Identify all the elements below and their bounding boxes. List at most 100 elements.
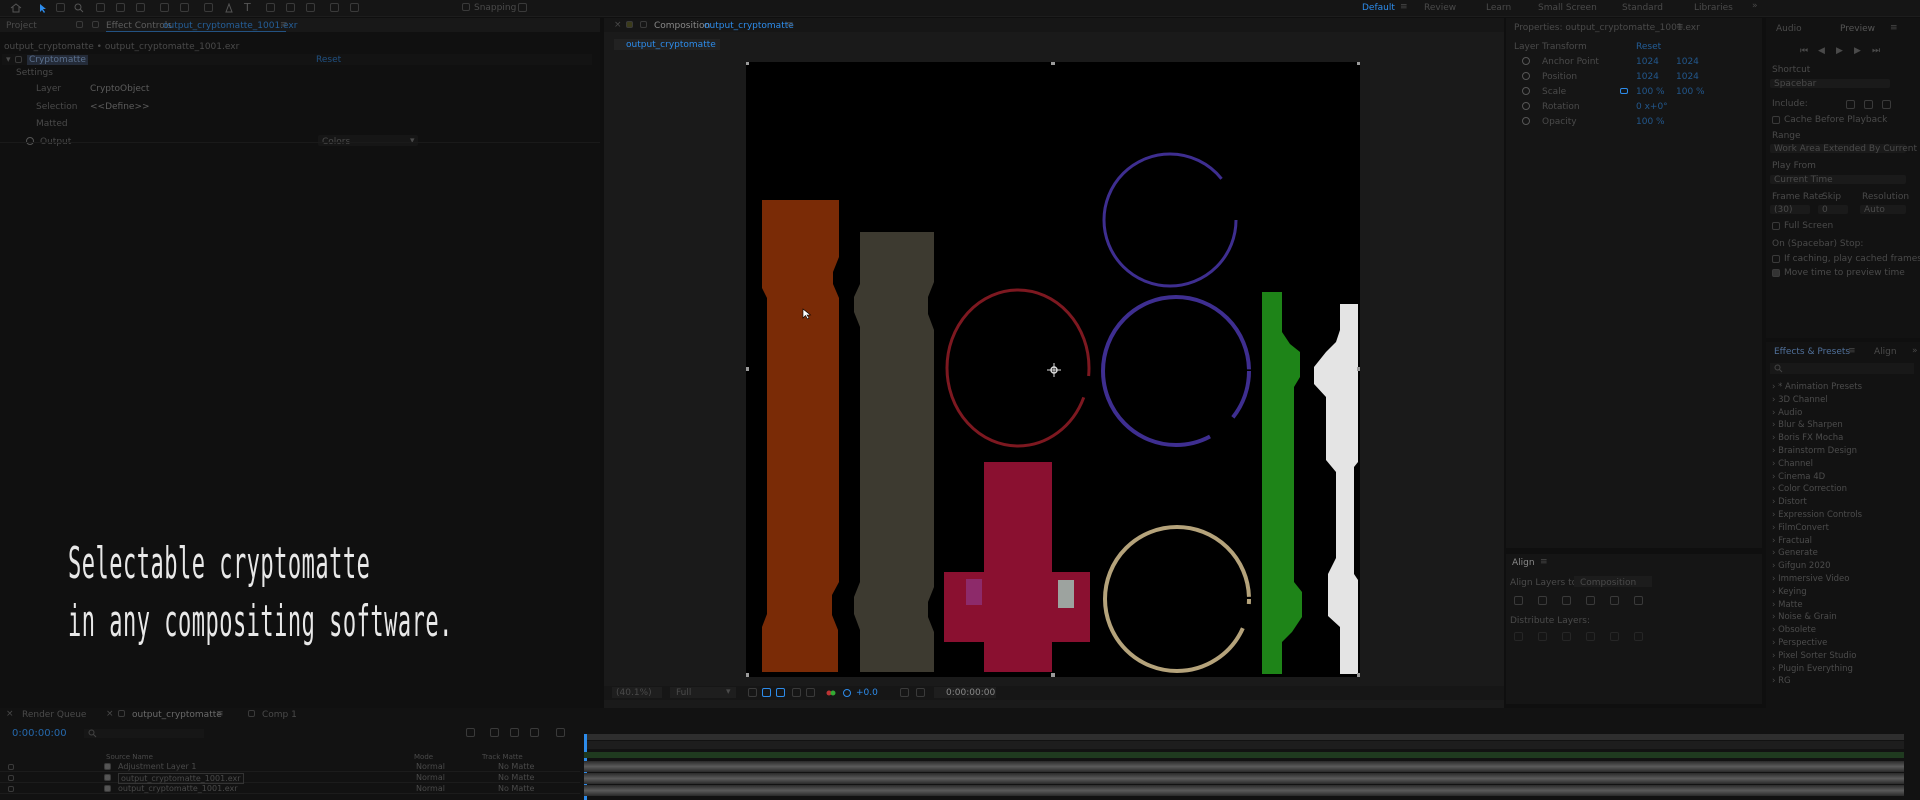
workspace-small-screen[interactable]: Small Screen bbox=[1538, 3, 1597, 13]
panel-menu-icon[interactable]: ≡ bbox=[1676, 22, 1684, 32]
scale-x[interactable]: 100 % bbox=[1636, 87, 1665, 97]
move-time-checkbox[interactable] bbox=[1772, 269, 1780, 280]
stopwatch-icon[interactable] bbox=[1522, 57, 1530, 65]
align-right-icon[interactable] bbox=[1562, 596, 1571, 608]
stopwatch-icon[interactable] bbox=[1522, 102, 1530, 110]
include-video-icon[interactable] bbox=[1846, 100, 1855, 112]
effects-category[interactable]: › Keying bbox=[1772, 587, 1807, 597]
layer-track-bar[interactable] bbox=[584, 773, 1904, 784]
distribute-vertical-center-icon[interactable] bbox=[1538, 632, 1547, 644]
composition-name[interactable]: output_cryptomatte bbox=[704, 21, 794, 31]
layer-transform-header[interactable]: Layer Transform bbox=[1514, 42, 1587, 52]
rotate-tool-icon[interactable] bbox=[160, 3, 169, 15]
effects-category[interactable]: › Perspective bbox=[1772, 638, 1827, 648]
home-icon[interactable] bbox=[10, 3, 22, 16]
first-frame-icon[interactable]: ⏮ bbox=[1800, 46, 1808, 56]
stopwatch-icon[interactable] bbox=[1522, 87, 1530, 95]
effect-name[interactable]: Cryptomatte bbox=[27, 55, 88, 65]
grid-guides-icon[interactable] bbox=[792, 688, 801, 700]
link-icon[interactable] bbox=[1620, 87, 1628, 97]
eye-icon[interactable] bbox=[8, 785, 14, 795]
effects-category[interactable]: › Pixel Sorter Studio bbox=[1772, 651, 1856, 661]
effects-category[interactable]: › FilmConvert bbox=[1772, 523, 1829, 533]
roto-brush-tool-icon[interactable] bbox=[330, 3, 339, 15]
layer-track-bar[interactable] bbox=[584, 785, 1904, 796]
distribute-right-icon[interactable] bbox=[1634, 632, 1643, 644]
effects-category[interactable]: › Color Correction bbox=[1772, 484, 1847, 494]
camera-snapshot-icon[interactable] bbox=[900, 688, 909, 700]
effects-category[interactable]: › * Animation Presets bbox=[1772, 382, 1862, 392]
align-horizontal-center-icon[interactable] bbox=[1538, 596, 1547, 608]
distribute-top-icon[interactable] bbox=[1514, 632, 1523, 644]
comp-viewer[interactable] bbox=[746, 62, 1360, 677]
workspace-libraries[interactable]: Libraries bbox=[1694, 3, 1733, 13]
tab-preview[interactable]: Preview bbox=[1840, 24, 1875, 34]
panel-menu-icon[interactable]: ≡ bbox=[216, 709, 224, 719]
effects-category[interactable]: › Generate bbox=[1772, 548, 1818, 558]
close-icon[interactable]: × bbox=[106, 709, 114, 719]
clone-stamp-tool-icon[interactable] bbox=[286, 3, 295, 15]
transparency-grid-icon[interactable] bbox=[762, 688, 771, 700]
panel-menu-icon[interactable]: ≡ bbox=[280, 20, 288, 30]
timeline-timecode[interactable]: 0:00:00:00 bbox=[12, 728, 67, 739]
align-left-icon[interactable] bbox=[1514, 596, 1523, 608]
lock-icon[interactable] bbox=[640, 21, 647, 31]
layer-mode[interactable]: Normal bbox=[416, 762, 445, 771]
align-vertical-center-icon[interactable] bbox=[1610, 596, 1619, 608]
tab-timeline-comp[interactable]: output_cryptomatte bbox=[132, 710, 222, 720]
zoom-tool-icon[interactable] bbox=[74, 3, 84, 16]
close-icon[interactable]: × bbox=[614, 20, 622, 30]
play-icon[interactable]: ▶ bbox=[1836, 46, 1843, 56]
workspace-standard[interactable]: Standard bbox=[1622, 3, 1663, 13]
workspace-menu-icon[interactable]: ≡ bbox=[1400, 2, 1408, 12]
layer-mode[interactable]: Normal bbox=[416, 773, 445, 782]
include-overlays-icon[interactable] bbox=[1882, 100, 1891, 112]
eraser-tool-icon[interactable] bbox=[306, 3, 315, 15]
distribute-horizontal-center-icon[interactable] bbox=[1610, 632, 1619, 644]
dolly-tool-icon[interactable] bbox=[136, 3, 145, 15]
shy-layers-icon[interactable] bbox=[490, 728, 499, 740]
effects-category[interactable]: › Plugin Everything bbox=[1772, 664, 1853, 674]
effects-category[interactable]: › Channel bbox=[1772, 459, 1813, 469]
selection-value[interactable]: <<Define>> bbox=[90, 102, 150, 112]
reset-link[interactable]: Reset bbox=[316, 55, 341, 65]
pan-tool-icon[interactable] bbox=[116, 3, 125, 15]
layer-name[interactable]: Adjustment Layer 1 bbox=[118, 762, 196, 771]
snapping-checkbox[interactable] bbox=[462, 3, 470, 14]
exposure-reset-icon[interactable] bbox=[842, 688, 852, 701]
close-icon[interactable]: × bbox=[6, 709, 14, 719]
effects-category[interactable]: › Immersive Video bbox=[1772, 574, 1849, 584]
frame-blending-icon[interactable] bbox=[510, 728, 519, 740]
motion-blur-icon[interactable] bbox=[530, 728, 539, 740]
panel-menu-icon[interactable]: ≡ bbox=[1540, 557, 1548, 567]
next-frame-icon[interactable]: ▶ bbox=[1854, 46, 1861, 56]
scale-y[interactable]: 100 % bbox=[1676, 87, 1705, 97]
exposure-value[interactable]: +0.0 bbox=[856, 688, 878, 698]
overflow-icon[interactable]: » bbox=[1912, 346, 1918, 356]
mask-visibility-icon[interactable] bbox=[776, 688, 785, 700]
workspace-overflow-icon[interactable]: » bbox=[1752, 1, 1758, 11]
workspace-default[interactable]: Default bbox=[1362, 3, 1395, 13]
stopwatch-icon[interactable] bbox=[1522, 117, 1530, 125]
tab-align[interactable]: Align bbox=[1874, 347, 1897, 357]
puppet-tool-icon[interactable] bbox=[350, 3, 359, 15]
anchor-point-y[interactable]: 1024 bbox=[1676, 57, 1699, 67]
anchor-point-x[interactable]: 1024 bbox=[1636, 57, 1659, 67]
layer-track-matte[interactable]: No Matte bbox=[498, 784, 534, 793]
layer-name[interactable]: output_cryptomatte_1001.exr bbox=[118, 784, 238, 793]
fx-icon[interactable] bbox=[15, 56, 22, 66]
layer-value[interactable]: CryptoObject bbox=[90, 84, 149, 94]
pan-behind-tool-icon[interactable] bbox=[180, 3, 189, 15]
color-channels-icon[interactable] bbox=[826, 688, 836, 701]
previous-frame-icon[interactable]: ◀ bbox=[1818, 46, 1825, 56]
rotation-value[interactable]: 0 x+0° bbox=[1636, 102, 1668, 112]
effects-search-input[interactable] bbox=[1770, 363, 1914, 374]
effect-row-cryptomatte[interactable] bbox=[2, 54, 592, 65]
layer-row[interactable] bbox=[0, 772, 580, 783]
graph-editor-icon[interactable] bbox=[556, 728, 565, 740]
effects-category[interactable]: › Cinema 4D bbox=[1772, 472, 1825, 482]
effects-category[interactable]: › Brainstorm Design bbox=[1772, 446, 1857, 456]
effects-category[interactable]: › Blur & Sharpen bbox=[1772, 420, 1843, 430]
layer-track-bar[interactable] bbox=[584, 761, 1904, 772]
layer-search-input[interactable] bbox=[84, 729, 204, 738]
